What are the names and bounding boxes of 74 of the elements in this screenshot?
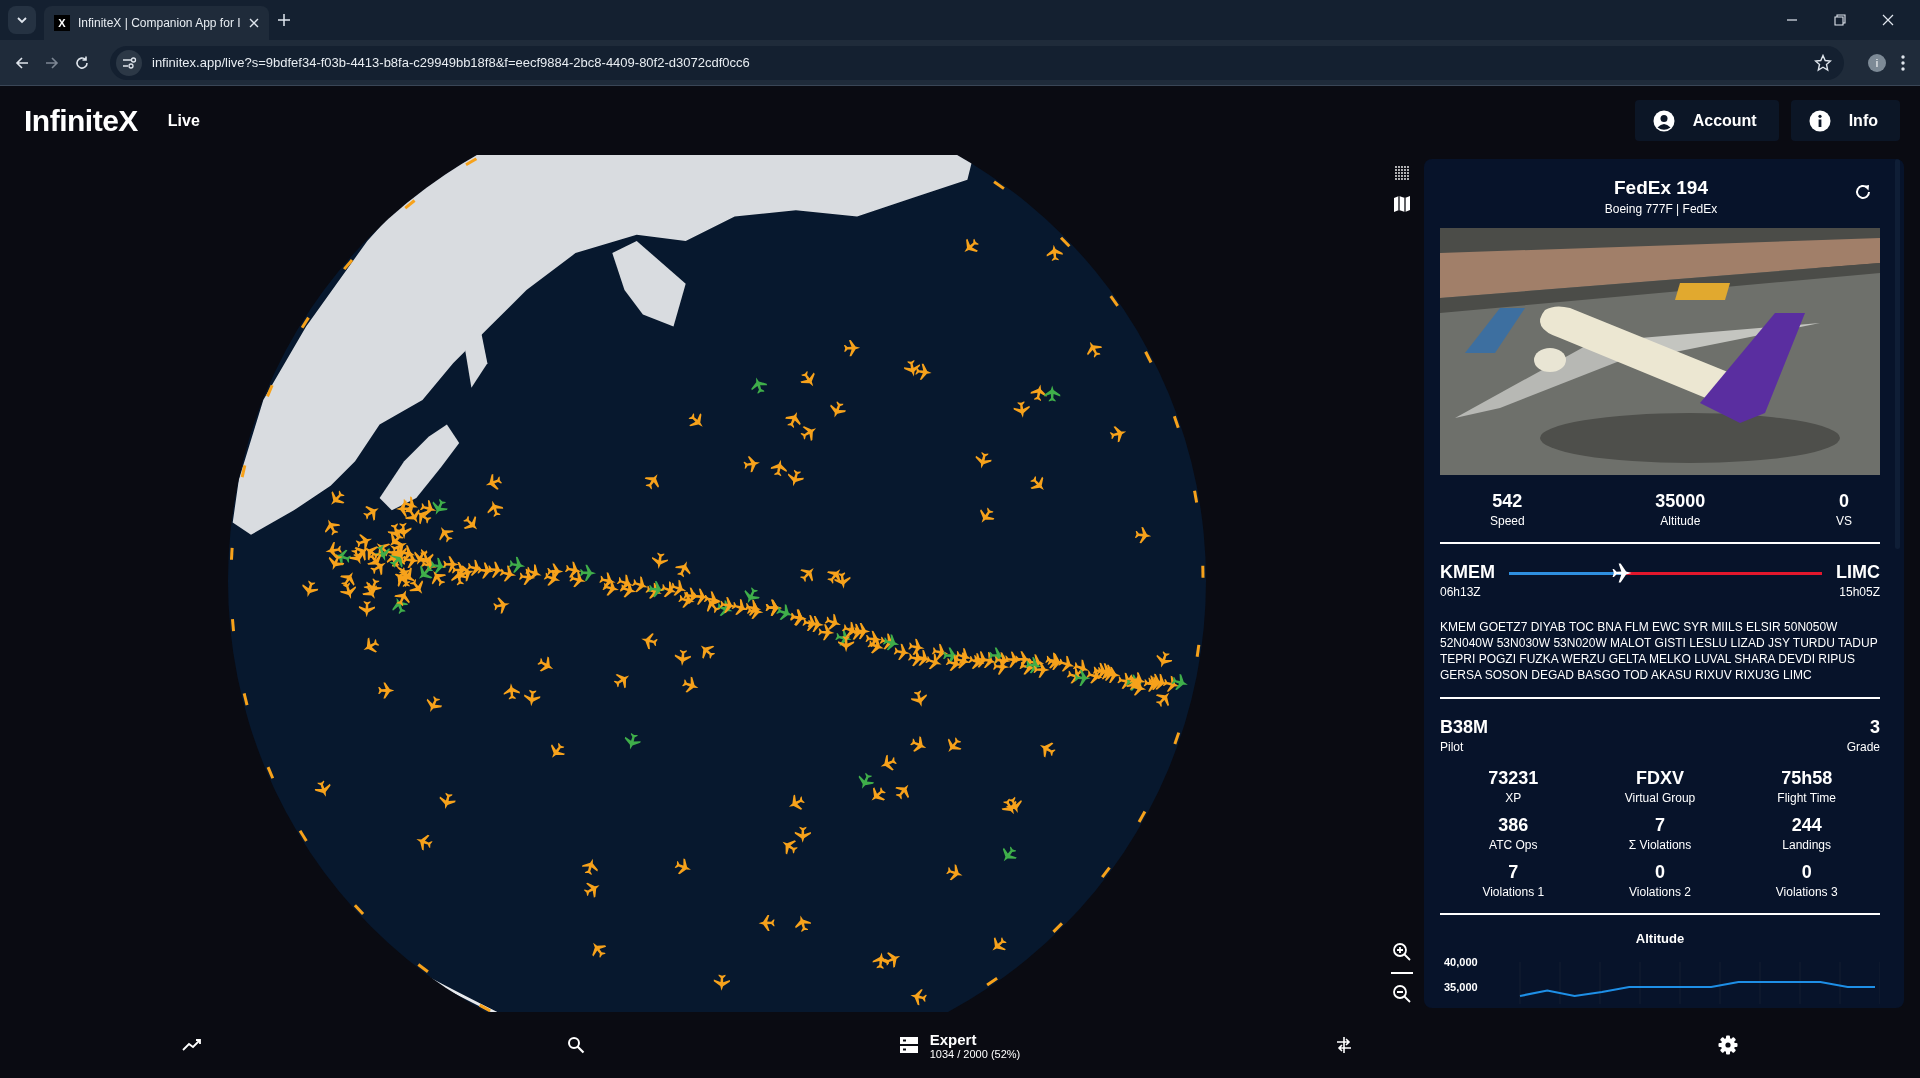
forward-icon[interactable] [44, 54, 60, 71]
stat-value: 542 [1492, 491, 1523, 512]
back-icon[interactable] [14, 54, 30, 71]
account-button[interactable]: Account [1634, 100, 1779, 141]
account-icon [1652, 109, 1675, 132]
stat-label: VS [1836, 514, 1852, 528]
map-icon[interactable] [1393, 195, 1411, 213]
stat-value: 0 [1839, 491, 1849, 512]
stat-label: Violations 3 [1775, 885, 1838, 899]
reload-icon[interactable] [74, 54, 90, 71]
stat-label: Speed [1490, 514, 1525, 528]
search-icon[interactable] [567, 1036, 585, 1054]
stat-label: ATC Ops [1489, 838, 1538, 852]
stat-label: XP [1505, 791, 1522, 805]
zoom-in-icon[interactable] [1392, 942, 1412, 962]
stat-label: Flight Time [1777, 791, 1836, 805]
bookmark-star-icon[interactable] [1814, 53, 1832, 72]
server-icon [899, 1036, 918, 1054]
info-button[interactable]: Info [1790, 100, 1900, 141]
refresh-icon[interactable] [1854, 183, 1872, 201]
stat-label: Landings [1782, 838, 1831, 852]
profile-button[interactable]: i [1868, 53, 1886, 72]
stat-value: 7 [1655, 815, 1665, 836]
stat-label: Virtual Group [1624, 791, 1696, 805]
origin-code: KMEM [1440, 562, 1495, 583]
pilot-name: B38M [1440, 717, 1488, 738]
favicon: X [54, 15, 70, 31]
stat-label: Violations 2 [1629, 885, 1691, 899]
stat-label: Violations 1 [1482, 885, 1545, 899]
stat-value: 0 [1655, 862, 1665, 883]
stat-label: Altitude [1660, 514, 1701, 528]
arrival-time: 15h05Z [1839, 585, 1880, 599]
new-tab-icon[interactable] [277, 13, 291, 27]
aircraft-type: Boeing 777F | FedEx [1604, 202, 1718, 216]
departure-time: 06h13Z [1440, 585, 1482, 599]
stat-value: 386 [1498, 815, 1529, 836]
stat-value: 35000 [1655, 491, 1706, 512]
settings-icon[interactable] [1718, 1035, 1738, 1055]
flight-route: KMEM GOETZ7 DIYAB TOC BNA FLM EWC SYR MIILS ELSIR 50N050W 52N040W 53N030W 53N020W MALOT GISTI LESLU LIZAD JSY TURDU TADUP TEPRI POGZI FUZKA WERZU GELTA MELKO LUVAL SHARA DEVDI RIPUS GERSA SOSON DEGAD BASGO TOD AKASU RIXUV RIXU3G LIMC [1440, 619, 1879, 683]
stat-label: Σ Violations [1628, 838, 1692, 852]
airplane-icon [1611, 563, 1632, 583]
swap-arrows-icon[interactable] [1335, 1036, 1353, 1054]
app-logo[interactable]: InfiniteX [24, 103, 138, 138]
restore-icon[interactable] [1834, 14, 1846, 26]
more-options-icon[interactable] [1900, 53, 1906, 72]
axis-tick-label: 35,000 [1444, 981, 1478, 993]
site-settings-icon[interactable] [116, 49, 142, 76]
stat-value: 0 [1801, 862, 1812, 883]
tab-title: InfiniteX | Companion App for I [78, 16, 241, 30]
grid-dots-icon[interactable] [1394, 165, 1410, 181]
address-field[interactable]: infinitex.app/live?s=9bdfef34-f03b-4413-b8fa-c29949bb18f8&f=eecf9884-2bc8-4409-80f2-d3072cdf0cc6 [110, 45, 1844, 80]
axis-tick-label: 40,000 [1444, 956, 1478, 968]
line-chart-icon[interactable] [182, 1038, 202, 1052]
server-selector[interactable]: Expert 1034 / 2000 (52%) [893, 1026, 1027, 1064]
grade-label: Grade [1846, 740, 1880, 754]
stat-value: 244 [1791, 815, 1822, 836]
browser-tab[interactable]: X InfiniteX | Companion App for I [44, 6, 269, 40]
stat-value: 75h58 [1781, 768, 1833, 789]
tab-list-button[interactable] [8, 6, 36, 34]
stat-value: 73231 [1488, 768, 1539, 789]
pilot-label: Pilot [1440, 740, 1465, 754]
stat-value: FDXV [1636, 768, 1684, 789]
mode-label: Live [167, 111, 200, 130]
flight-callsign: FedEx 194 [1614, 177, 1708, 199]
zoom-out-icon[interactable] [1392, 984, 1412, 1004]
close-window-icon[interactable] [1882, 14, 1894, 26]
pilot-grade: 3 [1870, 717, 1880, 738]
scrollbar-thumb[interactable] [1895, 159, 1900, 549]
chevron-down-icon [16, 14, 28, 26]
stat-value: 7 [1508, 862, 1519, 883]
close-icon[interactable] [249, 18, 259, 28]
destination-code: LIMC [1836, 562, 1880, 583]
info-icon [1808, 109, 1831, 132]
chart-title: Altitude [1635, 931, 1685, 946]
